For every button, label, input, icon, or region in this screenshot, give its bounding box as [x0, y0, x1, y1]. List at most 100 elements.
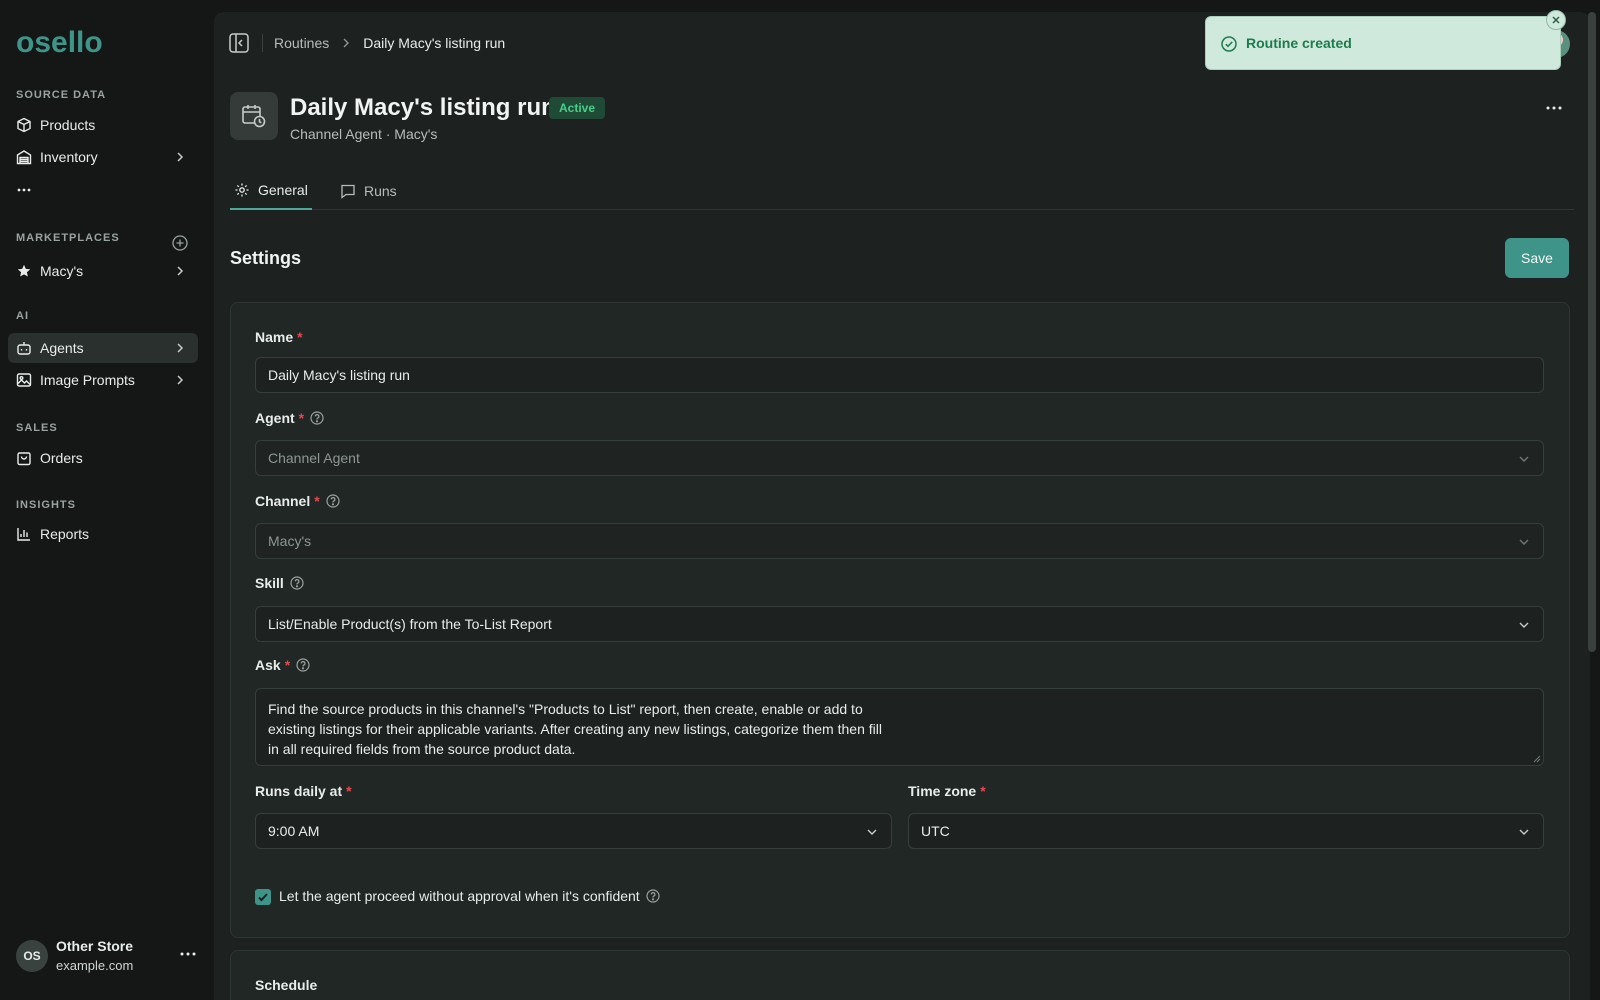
- auto-approve-checkbox[interactable]: [255, 889, 271, 905]
- agent-label: Agent *: [255, 410, 324, 426]
- tab-label: General: [258, 182, 308, 198]
- bar-chart-icon: [16, 526, 32, 542]
- gear-icon: [235, 183, 249, 197]
- tab-label: Runs: [364, 183, 397, 199]
- name-input[interactable]: Daily Macy's listing run: [255, 357, 1544, 393]
- sidebar-item-agents[interactable]: Agents: [8, 333, 198, 363]
- more-options-icon[interactable]: [1540, 98, 1568, 118]
- chevron-down-icon: [1519, 539, 1529, 545]
- sidebar-item-orders[interactable]: Orders: [8, 443, 198, 473]
- runs-daily-select[interactable]: 9:00 AM: [255, 813, 892, 849]
- tabs: General Runs: [230, 172, 1574, 210]
- chevron-down-icon: [1519, 622, 1529, 628]
- sidebar-item-inventory[interactable]: Inventory: [8, 142, 198, 172]
- time-zone-select[interactable]: UTC: [908, 813, 1544, 849]
- help-icon[interactable]: [290, 576, 304, 590]
- breadcrumb-divider: [262, 34, 263, 52]
- store-avatar: OS: [16, 940, 48, 972]
- sidebar-item-label: Inventory: [40, 149, 98, 165]
- ellipsis-icon: [17, 188, 31, 192]
- select-value: Macy's: [268, 533, 312, 549]
- label-text: Agent: [255, 410, 295, 426]
- chat-icon: [341, 184, 355, 199]
- channel-label: Channel *: [255, 493, 340, 509]
- sidebar-item-label: Products: [40, 117, 96, 133]
- label-text: Time zone: [908, 783, 977, 799]
- schedule-card: Schedule: [230, 950, 1570, 1000]
- save-button[interactable]: Save: [1505, 238, 1569, 278]
- agent-select[interactable]: Channel Agent: [255, 440, 1544, 476]
- required-marker: *: [314, 493, 320, 509]
- chevron-right-icon: [177, 266, 184, 276]
- sidebar-item-products[interactable]: Products: [8, 110, 198, 140]
- help-icon[interactable]: [296, 658, 310, 672]
- required-marker: *: [284, 657, 291, 673]
- settings-card: Name * Daily Macy's listing run Agent * Ch…: [230, 302, 1570, 938]
- help-icon[interactable]: [310, 411, 324, 425]
- chevron-down-icon: [1519, 456, 1529, 462]
- star-icon: [16, 263, 32, 279]
- auto-approve-label[interactable]: Let the agent proceed without approval w…: [279, 888, 660, 904]
- osello-logo[interactable]: osello: [16, 24, 116, 64]
- main-panel: Routines Daily Macy's listing run Daily …: [214, 12, 1590, 1000]
- tab-runs[interactable]: Runs: [336, 172, 401, 210]
- toast-close-button[interactable]: [1546, 10, 1566, 30]
- user-menu[interactable]: OS Other Store example.com: [16, 938, 196, 980]
- breadcrumb-routines-link[interactable]: Routines: [274, 35, 329, 51]
- check-circle-icon: [1221, 36, 1237, 52]
- runs-daily-label: Runs daily at *: [255, 783, 352, 799]
- label-text: Ask: [255, 657, 281, 673]
- name-label: Name *: [255, 329, 303, 345]
- resize-handle-icon[interactable]: [1531, 753, 1541, 763]
- section-insights: INSIGHTS: [16, 499, 76, 511]
- tab-general[interactable]: General: [230, 172, 312, 210]
- add-marketplace-icon[interactable]: [171, 234, 189, 252]
- select-value: UTC: [921, 823, 950, 839]
- robot-icon: [16, 340, 32, 356]
- select-value: List/Enable Product(s) from the To-List …: [268, 616, 552, 632]
- channel-select[interactable]: Macy's: [255, 523, 1544, 559]
- required-marker: *: [297, 329, 303, 345]
- check-icon: [258, 893, 268, 902]
- sidebar-item-macys[interactable]: Macy's: [8, 256, 198, 286]
- scrollbar[interactable]: [1588, 12, 1596, 652]
- toast-notification: Routine created: [1205, 16, 1561, 70]
- skill-select[interactable]: List/Enable Product(s) from the To-List …: [255, 606, 1544, 642]
- calendar-clock-icon: [242, 105, 266, 128]
- section-sales: SALES: [16, 422, 58, 434]
- toast-message: Routine created: [1246, 35, 1352, 51]
- page-subtitle: Channel Agent · Macy's: [290, 126, 438, 142]
- chevron-right-icon: [343, 38, 350, 48]
- section-marketplaces: MARKETPLACES: [16, 232, 120, 244]
- required-marker: *: [346, 783, 352, 799]
- breadcrumb: Routines Daily Macy's listing run: [274, 35, 505, 51]
- sidebar-more-button[interactable]: [8, 175, 198, 205]
- select-value: 9:00 AM: [268, 823, 320, 839]
- sidebar-item-image-prompts[interactable]: Image Prompts: [8, 365, 198, 395]
- chevron-right-icon: [177, 152, 184, 162]
- help-icon[interactable]: [646, 889, 660, 903]
- sidebar-item-label: Agents: [40, 340, 84, 356]
- sidebar-item-reports[interactable]: Reports: [8, 519, 198, 549]
- sidebar-item-label: Image Prompts: [40, 372, 135, 388]
- settings-title: Settings: [230, 248, 302, 268]
- time-zone-label: Time zone *: [908, 783, 986, 799]
- chevron-right-icon: [177, 343, 184, 353]
- label-text: Channel: [255, 493, 311, 509]
- warehouse-icon: [16, 149, 32, 165]
- page-title: Daily Macy's listing run: [290, 94, 556, 121]
- shopping-bag-icon: [16, 450, 32, 466]
- section-source-data: SOURCE DATA: [16, 89, 107, 101]
- sidebar-toggle-icon[interactable]: [228, 32, 250, 54]
- skill-label: Skill: [255, 575, 304, 591]
- required-marker: *: [980, 783, 986, 799]
- close-icon: [1552, 16, 1560, 24]
- sidebar-item-label: Orders: [40, 450, 83, 466]
- schedule-title: Schedule: [255, 977, 318, 993]
- ask-textarea[interactable]: Find the source products in this channel…: [255, 688, 1544, 766]
- breadcrumb-current: Daily Macy's listing run: [363, 35, 506, 51]
- help-icon[interactable]: [326, 494, 340, 508]
- user-more-icon[interactable]: [176, 944, 200, 964]
- label-text: Runs daily at: [255, 783, 343, 799]
- chevron-down-icon: [1519, 829, 1529, 835]
